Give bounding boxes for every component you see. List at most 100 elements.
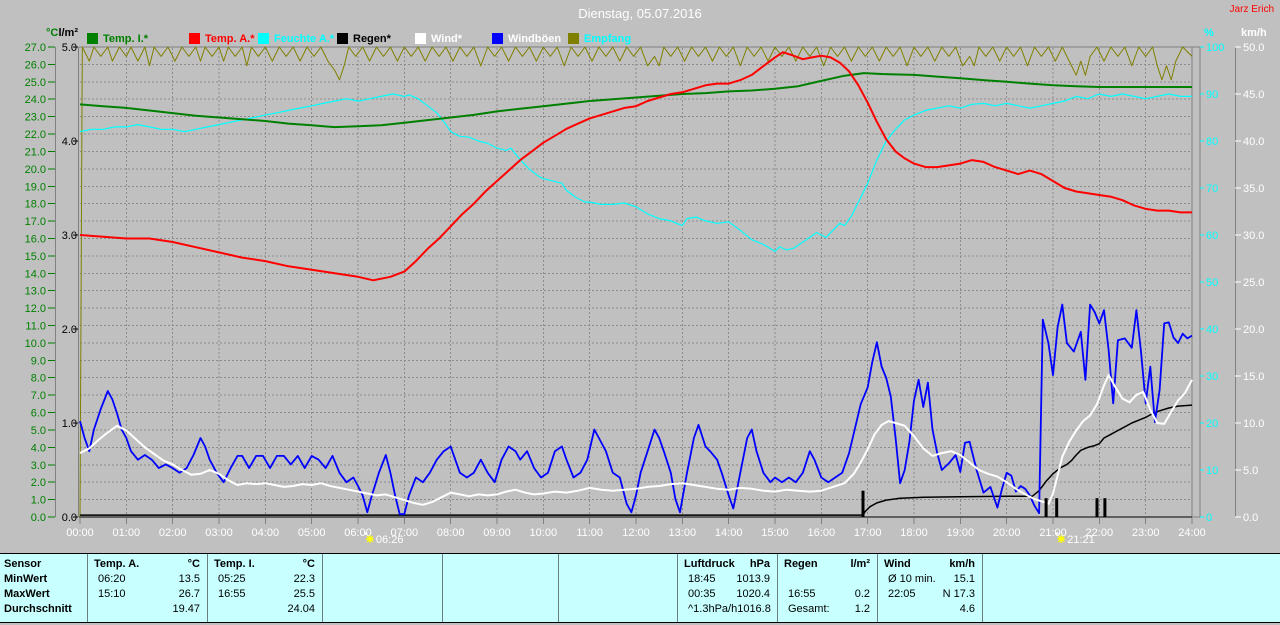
svg-text:10:00: 10:00: [530, 527, 558, 539]
svg-text:23.0: 23.0: [25, 112, 46, 124]
svg-text:01:00: 01:00: [113, 527, 141, 539]
svg-text:02:00: 02:00: [159, 527, 187, 539]
max-time: 00:35: [678, 587, 716, 602]
footer-row-labels-column: SensorMinWertMaxWertDurchschnitt: [0, 554, 87, 622]
footer-col-empty: [982, 554, 1280, 622]
sensor-name: Temp. I.: [208, 557, 255, 572]
svg-text:13.0: 13.0: [25, 286, 46, 298]
sensor-name: Regen: [778, 557, 818, 572]
svg-text:8.0: 8.0: [31, 373, 46, 385]
svg-text:09:00: 09:00: [483, 527, 511, 539]
svg-text:16.0: 16.0: [25, 234, 46, 246]
min-value: 15.1: [954, 572, 982, 587]
svg-text:24:00: 24:00: [1178, 527, 1206, 539]
svg-text:6.0: 6.0: [31, 408, 46, 420]
sunrise-time-label: 06:26: [376, 534, 404, 546]
svg-text:40: 40: [1206, 324, 1218, 336]
svg-text:2.0: 2.0: [31, 477, 46, 489]
footer-col-wind: Windkm/hØ 10 min.15.122:05N 17.34.6: [877, 554, 982, 622]
avg-label: Gesamt:: [778, 602, 830, 617]
svg-text:17.0: 17.0: [25, 216, 46, 228]
avg-value: 19.47: [172, 602, 207, 617]
svg-text:60: 60: [1206, 230, 1218, 242]
svg-text:9.0: 9.0: [31, 355, 46, 367]
svg-text:0.0: 0.0: [31, 512, 46, 524]
svg-text:13:00: 13:00: [669, 527, 697, 539]
svg-text:5.0: 5.0: [62, 42, 77, 54]
sensor-unit: km/h: [949, 557, 982, 572]
svg-text:20.0: 20.0: [1243, 324, 1264, 336]
svg-text:2.0: 2.0: [62, 324, 77, 336]
min-value: 22.3: [294, 572, 322, 587]
footer-row-label: Durchschnitt: [0, 602, 87, 617]
svg-text:08:00: 08:00: [437, 527, 465, 539]
svg-text:30.0: 30.0: [1243, 230, 1264, 242]
svg-text:10: 10: [1206, 465, 1218, 477]
svg-text:3.0: 3.0: [62, 230, 77, 242]
footer-row-label: MinWert: [0, 572, 87, 587]
avg-label: [208, 602, 218, 617]
min-time: [778, 572, 788, 587]
svg-text:25.0: 25.0: [25, 77, 46, 89]
svg-text:26.0: 26.0: [25, 59, 46, 71]
chart-plot-area[interactable]: 0.01.02.03.04.05.06.07.08.09.010.011.012…: [0, 0, 1280, 553]
min-time: 18:45: [678, 572, 716, 587]
svg-text:17:00: 17:00: [854, 527, 882, 539]
sensor-unit: hPa: [750, 557, 777, 572]
sensor-name: Temp. A.: [88, 557, 139, 572]
svg-text:14.0: 14.0: [25, 268, 46, 280]
min-time: 06:20: [88, 572, 126, 587]
svg-text:1.0: 1.0: [31, 495, 46, 507]
svg-text:0.0: 0.0: [62, 512, 77, 524]
svg-text:19.0: 19.0: [25, 181, 46, 193]
svg-text:11:00: 11:00: [576, 527, 603, 539]
min-value: 1013.9: [736, 572, 777, 587]
sensor-name: Luftdruck: [678, 557, 735, 572]
svg-text:5.0: 5.0: [1243, 465, 1258, 477]
max-value: 25.5: [294, 587, 322, 602]
max-value: N 17.3: [943, 587, 982, 602]
svg-text:05:00: 05:00: [298, 527, 326, 539]
svg-text:35.0: 35.0: [1243, 183, 1264, 195]
sensor-name: Wind: [878, 557, 911, 572]
svg-text:03:00: 03:00: [205, 527, 233, 539]
svg-text:3.0: 3.0: [31, 460, 46, 472]
min-value: 13.5: [179, 572, 207, 587]
svg-text:50: 50: [1206, 277, 1218, 289]
max-value: 26.7: [179, 587, 207, 602]
avg-label: ^1.3hPa/h: [678, 602, 737, 617]
sensor-unit: °C: [303, 557, 322, 572]
svg-text:25.0: 25.0: [1243, 277, 1264, 289]
svg-text:20.0: 20.0: [25, 164, 46, 176]
svg-text:70: 70: [1206, 183, 1218, 195]
svg-text:15.0: 15.0: [1243, 371, 1264, 383]
max-time: 22:05: [878, 587, 916, 602]
footer-row-label: Sensor: [0, 557, 87, 572]
footer-col-temp-i-: Temp. I.°C05:2522.316:5525.524.04: [207, 554, 322, 622]
footer-col-temp-a-: Temp. A.°C06:2013.515:1026.719.47: [87, 554, 207, 622]
avg-label: [878, 602, 888, 617]
weather-day-chart-window: Dienstag, 05.07.2016 Jarz Erich °C l/m² …: [0, 0, 1280, 625]
svg-text:24.0: 24.0: [25, 94, 46, 106]
svg-text:12.0: 12.0: [25, 303, 46, 315]
footer-stats-table: SensorMinWertMaxWertDurchschnittTemp. A.…: [0, 553, 1280, 623]
svg-text:1.0: 1.0: [62, 418, 77, 430]
svg-text:7.0: 7.0: [31, 390, 46, 402]
svg-text:15:00: 15:00: [761, 527, 789, 539]
svg-text:10.0: 10.0: [25, 338, 46, 350]
max-time: 16:55: [208, 587, 246, 602]
footer-col-luftdruck: Luftdruck hPa 18:45 1013.9 00:35 1020.4^1.3hP…: [677, 554, 777, 622]
avg-value: 4.6: [960, 602, 982, 617]
svg-text:4.0: 4.0: [62, 136, 77, 148]
svg-text:10.0: 10.0: [1243, 418, 1264, 430]
footer-col-empty: [558, 554, 677, 622]
sunset-time-label: 21:21: [1067, 534, 1095, 546]
min-time: 05:25: [208, 572, 246, 587]
svg-text:20:00: 20:00: [993, 527, 1021, 539]
svg-text:22.0: 22.0: [25, 129, 46, 141]
svg-text:80: 80: [1206, 136, 1218, 148]
avg-value: 1.2: [855, 602, 877, 617]
max-value: 1020.4: [736, 587, 777, 602]
svg-text:04:00: 04:00: [252, 527, 280, 539]
sensor-unit: l/m²: [850, 557, 877, 572]
